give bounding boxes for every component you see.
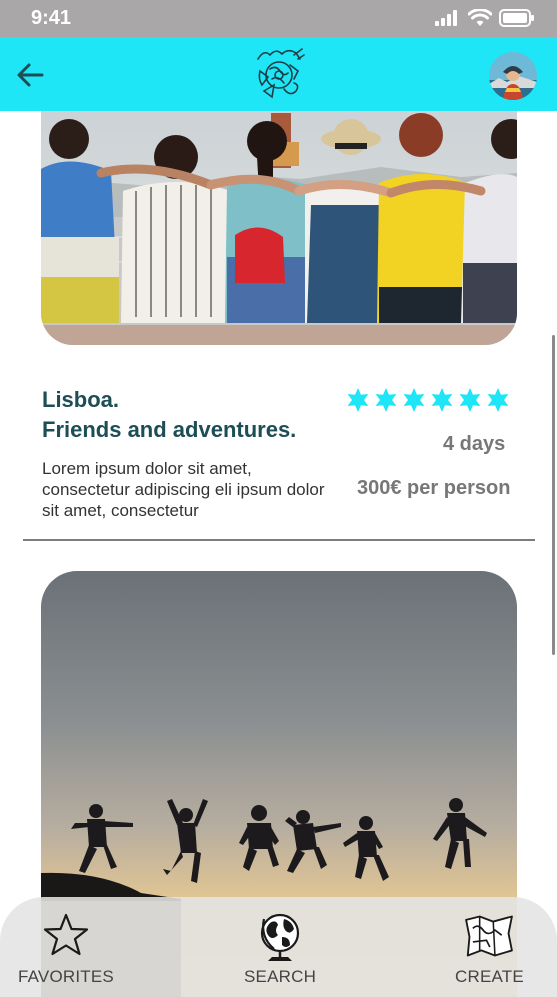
status-time: 9:41: [31, 7, 72, 29]
signal-icon: [435, 10, 457, 26]
bottom-navigation: FAVORITES SEARCH CREATE: [0, 897, 557, 997]
back-button[interactable]: [14, 59, 46, 91]
app-logo: [250, 45, 308, 103]
wifi-icon: [468, 9, 492, 26]
map-icon: [465, 915, 514, 957]
nav-search-label: SEARCH: [244, 967, 317, 986]
star-icon: [375, 388, 397, 412]
nav-favorites[interactable]: FAVORITES: [18, 907, 114, 987]
battery-icon: [499, 9, 534, 27]
star-icon: [459, 388, 481, 412]
star-icon: [431, 388, 453, 412]
arrow-left-icon: [17, 63, 44, 87]
status-icons: [435, 9, 535, 27]
user-avatar[interactable]: [489, 52, 537, 100]
status-bar: 9:41: [0, 0, 557, 37]
star-outline-icon: [43, 913, 89, 956]
trip-price: 300€ per person: [357, 477, 511, 499]
travel-logo-icon: [257, 48, 305, 99]
avatar-image: [489, 52, 537, 100]
trip-duration: 4 days: [443, 433, 506, 455]
nav-create[interactable]: CREATE: [455, 907, 524, 987]
star-rating: [346, 388, 510, 412]
trip-title-line1: Lisboa.: [42, 387, 120, 412]
trip-title-line2: Friends and adventures.: [42, 417, 297, 442]
star-icon: [487, 388, 509, 412]
nav-favorites-label: FAVORITES: [18, 967, 114, 986]
trip-description: Lorem ipsum dolor sit amet, consectetur …: [42, 459, 325, 520]
star-icon: [347, 388, 369, 412]
scrollbar[interactable]: [552, 335, 555, 655]
card-divider: [23, 539, 535, 541]
nav-create-label: CREATE: [455, 967, 524, 986]
trip-list[interactable]: Lisboa. Friends and adventures. 4 days L…: [0, 111, 557, 997]
friends-photo: [41, 111, 517, 345]
star-icon: [403, 388, 425, 412]
nav-search[interactable]: SEARCH: [244, 907, 316, 987]
trip-photo-friends[interactable]: [41, 111, 517, 345]
trip-title: Lisboa. Friends and adventures.: [42, 385, 296, 445]
globe-icon: [260, 913, 300, 961]
app-header: [0, 37, 557, 111]
